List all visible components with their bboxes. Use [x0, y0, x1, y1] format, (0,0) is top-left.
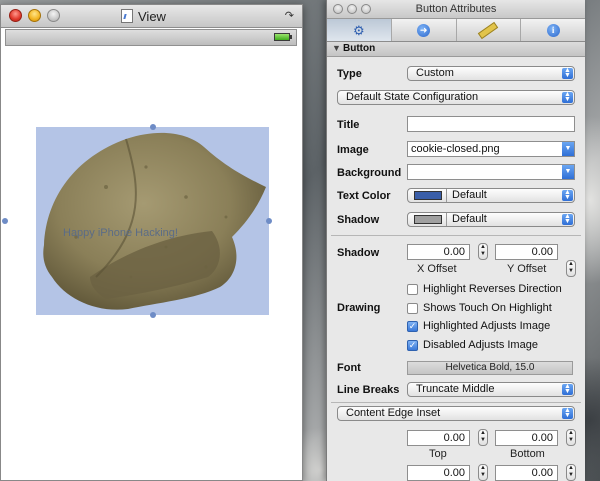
rotate-icon[interactable]: ↷ — [285, 9, 294, 22]
background-combo[interactable]: ▼ — [407, 164, 575, 180]
zoom-button[interactable] — [47, 9, 60, 22]
popup-arrows-icon: ▲ ▼ — [562, 407, 573, 419]
disabled-adjusts-checkbox[interactable]: ✓ — [407, 340, 418, 351]
inset-right-stepper[interactable]: ▲ ▼ — [566, 464, 576, 481]
combo-arrow-icon[interactable]: ▼ — [562, 165, 574, 179]
disclosure-triangle-icon[interactable]: ▼ — [332, 43, 341, 53]
inspector-title: Button Attributes — [415, 3, 497, 15]
view-titlebar[interactable]: View ↷ — [1, 5, 302, 28]
inspector-titlebar[interactable]: Button Attributes — [327, 0, 585, 19]
popup-arrows-icon: ▲ ▼ — [562, 213, 573, 225]
cookie-button[interactable]: Happy iPhone Hacking! — [36, 127, 269, 315]
ruler-icon — [478, 21, 499, 39]
shadow-offset-label: Shadow — [337, 247, 380, 259]
checkbox-label: Highlight Reverses Direction — [423, 283, 562, 295]
edge-inset-popup[interactable]: Content Edge Inset ▲ ▼ — [337, 406, 575, 421]
background-label: Background — [337, 167, 402, 179]
top-label: Top — [429, 448, 447, 460]
title-label: Title — [337, 119, 360, 131]
button-title-text: Happy iPhone Hacking! — [63, 227, 178, 239]
shadow-color-label: Shadow — [337, 214, 380, 226]
popup-arrows-icon: ▲ ▼ — [562, 91, 573, 103]
text-color-label: Text Color — [337, 190, 391, 202]
type-popup[interactable]: Custom ▲ ▼ — [407, 66, 575, 81]
close-button[interactable] — [9, 9, 22, 22]
section-header-button[interactable]: ▼ Button — [327, 42, 585, 57]
image-label: Image — [337, 144, 369, 156]
popup-arrows-icon: ▲ ▼ — [562, 383, 573, 395]
sliders-icon: ⚙ — [353, 22, 365, 38]
shadow-y-stepper[interactable]: ▲ ▼ — [566, 260, 576, 277]
state-config-popup[interactable]: Default State Configuration ▲ ▼ — [337, 90, 575, 105]
info-icon: i — [546, 23, 560, 37]
bottom-label: Bottom — [510, 448, 545, 460]
divider — [331, 402, 581, 403]
state-config-value: Default State Configuration — [346, 91, 479, 103]
tab-size[interactable] — [457, 19, 522, 41]
shows-touch-checkbox[interactable] — [407, 303, 418, 314]
arrow-circle-icon: ➜ — [417, 23, 431, 37]
view-canvas[interactable]: Happy iPhone Hacking! — [2, 47, 297, 479]
document-icon — [121, 9, 133, 23]
inset-left-stepper[interactable]: ▲ ▼ — [478, 464, 488, 481]
line-breaks-label: Line Breaks — [337, 384, 400, 396]
line-breaks-value: Truncate Middle — [416, 383, 495, 395]
resize-handle[interactable] — [266, 218, 272, 224]
text-color-popup[interactable]: Default ▲ ▼ — [407, 188, 575, 203]
shadow-color-swatch — [414, 215, 442, 224]
text-color-value: Default — [452, 189, 487, 201]
title-field[interactable] — [407, 116, 575, 132]
font-label: Font — [337, 362, 361, 374]
image-value: cookie-closed.png — [411, 143, 500, 155]
inset-bottom-field[interactable]: 0.00 — [495, 430, 558, 446]
image-combo[interactable]: cookie-closed.png ▼ — [407, 141, 575, 157]
popup-arrows-icon: ▲ ▼ — [562, 189, 573, 201]
popup-arrows-icon: ▲ ▼ — [562, 67, 573, 79]
highlighted-adjusts-checkbox[interactable]: ✓ — [407, 321, 418, 332]
checkbox-label: Disabled Adjusts Image — [423, 339, 538, 351]
text-color-swatch — [414, 191, 442, 200]
swatch-divider — [446, 213, 447, 226]
shadow-y-field[interactable]: 0.00 — [495, 244, 558, 260]
inset-right-field[interactable]: 0.00 — [495, 465, 558, 481]
x-offset-label: X Offset — [417, 263, 457, 275]
tab-attributes[interactable]: ⚙ — [327, 19, 392, 41]
swatch-divider — [446, 189, 447, 202]
inset-top-stepper[interactable]: ▲ ▼ — [478, 429, 488, 446]
view-window: View ↷ Happy iPhone Hacking! — [0, 4, 303, 481]
section-title: Button — [343, 43, 376, 54]
shadow-color-popup[interactable]: Default ▲ ▼ — [407, 212, 575, 227]
y-offset-label: Y Offset — [507, 263, 547, 275]
type-label: Type — [337, 68, 362, 80]
fortune-cookie-icon — [43, 132, 266, 310]
checkbox-label: Highlighted Adjusts Image — [423, 320, 551, 332]
combo-arrow-icon[interactable]: ▼ — [562, 142, 574, 156]
battery-icon — [274, 33, 292, 41]
inset-top-field[interactable]: 0.00 — [407, 430, 470, 446]
inspector-tabs: ⚙ ➜ i — [327, 19, 585, 42]
minimize-button[interactable] — [28, 9, 41, 22]
shadow-x-stepper[interactable]: ▲ ▼ — [478, 243, 488, 260]
view-title: View — [138, 8, 166, 24]
divider — [331, 235, 581, 236]
tab-identity[interactable]: i — [521, 19, 585, 41]
resize-handle[interactable] — [150, 312, 156, 318]
view-title-group: View — [121, 8, 166, 24]
drawing-label: Drawing — [337, 302, 381, 314]
simulated-status-bar — [5, 29, 297, 46]
font-button[interactable]: Helvetica Bold, 15.0 — [407, 361, 573, 375]
resize-handle[interactable] — [150, 124, 156, 130]
line-breaks-popup[interactable]: Truncate Middle ▲ ▼ — [407, 382, 575, 397]
highlight-reverses-checkbox[interactable] — [407, 284, 418, 295]
type-value: Custom — [416, 67, 454, 79]
tab-connections[interactable]: ➜ — [392, 19, 457, 41]
inset-bottom-stepper[interactable]: ▲ ▼ — [566, 429, 576, 446]
shadow-x-field[interactable]: 0.00 — [407, 244, 470, 260]
resize-handle[interactable] — [2, 218, 8, 224]
shadow-color-value: Default — [452, 213, 487, 225]
edge-inset-value: Content Edge Inset — [346, 407, 441, 419]
inset-left-field[interactable]: 0.00 — [407, 465, 470, 481]
inspector-panel: Button Attributes ⚙ ➜ i ▼ Button Type Cu… — [326, 0, 585, 481]
checkbox-label: Shows Touch On Highlight — [423, 302, 552, 314]
